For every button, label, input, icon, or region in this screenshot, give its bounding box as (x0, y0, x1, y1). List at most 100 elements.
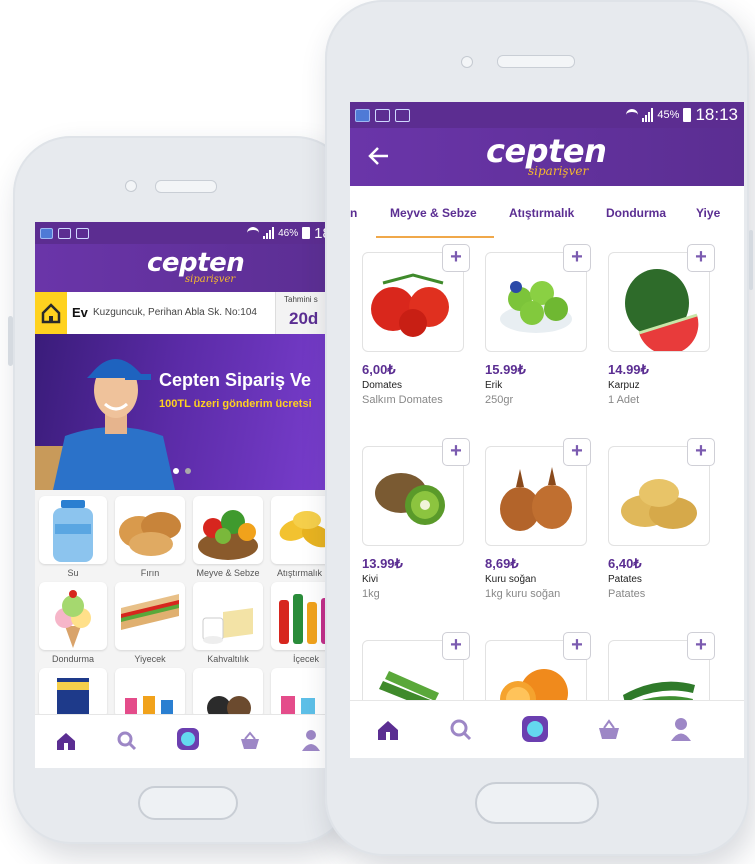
add-to-cart-button[interactable]: + (563, 632, 591, 660)
category-dondurma[interactable] (39, 582, 107, 650)
profile-icon[interactable] (670, 717, 692, 741)
product-price: 13.99₺ (362, 556, 403, 571)
category-yiyecek[interactable] (115, 582, 185, 650)
app-header: cepten siparişver (35, 244, 341, 292)
product-description: 1kg kuru soğan (485, 588, 561, 600)
tab-dondurma[interactable]: Dondurma (606, 206, 666, 220)
mail-notification-icon (395, 108, 410, 122)
product-description: 1kg (362, 588, 380, 600)
app-notification-icon (40, 227, 53, 239)
tab-partial[interactable]: n (350, 206, 357, 220)
add-to-cart-button[interactable]: + (687, 244, 715, 272)
bread-icon (119, 512, 181, 556)
category-kahvaltilik[interactable] (193, 582, 263, 650)
right-phone: 45% 18:13 cepten siparişver n Meyve & Se… (325, 0, 753, 856)
volume-button (8, 316, 13, 366)
product-price: 14.99₺ (608, 362, 649, 377)
wifi-icon (626, 109, 639, 121)
product-name: Domates (362, 380, 403, 391)
banner-subtitle: 100TL üzeri gönderim ücretsi (159, 398, 312, 410)
home-icon[interactable] (55, 731, 77, 751)
category-tabs: n Meyve & Sebze Atıştırmalık Dondurma Yi… (350, 186, 744, 239)
earpiece-speaker (497, 55, 575, 68)
tab-partial[interactable]: Yiye (696, 206, 720, 220)
product-name: Patates (608, 574, 642, 585)
front-camera (125, 180, 137, 192)
back-arrow-icon[interactable] (368, 146, 390, 166)
logo-subtitle: siparişver (528, 164, 589, 178)
signal-icon (263, 227, 275, 239)
category-label: Dondurma (51, 654, 95, 664)
carousel-dot[interactable] (185, 468, 191, 474)
battery-icon (683, 108, 692, 122)
product-price: 15.99₺ (485, 362, 526, 377)
add-to-cart-button[interactable]: + (563, 244, 591, 272)
tab-meyve-sebze[interactable]: Meyve & Sebze (390, 206, 477, 220)
add-to-cart-button[interactable]: + (563, 438, 591, 466)
volume-button (749, 230, 753, 290)
add-to-cart-button[interactable]: + (687, 438, 715, 466)
battery-icon (302, 227, 311, 239)
banner-title: Cepten Sipariş Ve (159, 370, 312, 390)
mail-notification-icon (76, 227, 89, 239)
home-button[interactable] (138, 786, 238, 820)
category-meyve-sebze[interactable] (193, 496, 263, 564)
battery-percent: 45% (657, 109, 680, 121)
earpiece-speaker (155, 180, 217, 193)
category-su[interactable] (39, 496, 107, 564)
category-label: Yiyecek (134, 654, 166, 664)
address-bar[interactable]: Ev Kuzguncuk, Perihan Abla Sk. No:104 Ta… (35, 292, 341, 335)
address-text: Kuzguncuk, Perihan Abla Sk. No:104 (93, 307, 257, 318)
category-grid: Su Fırın Meyve & Sebze Atıştırmalık Dond… (35, 490, 341, 720)
category-label: Meyve & Sebze (196, 568, 260, 578)
front-camera (461, 56, 473, 68)
wifi-icon (247, 227, 260, 239)
product-grid: + + + 6,00₺ Domates Salkım Domates 15.99… (350, 238, 744, 740)
app-notification-icon (355, 108, 370, 122)
add-to-cart-button[interactable]: + (687, 632, 715, 660)
battery-percent: 46% (278, 227, 299, 239)
tab-atistirmalik[interactable]: Atıştırmalık (509, 206, 574, 220)
image-notification-icon (375, 108, 390, 122)
category-firin[interactable] (115, 496, 185, 564)
bottom-navigation (350, 700, 744, 758)
courier-illustration (35, 334, 185, 490)
product-price: 6,00₺ (362, 362, 396, 377)
right-screen: 45% 18:13 cepten siparişver n Meyve & Se… (350, 102, 744, 758)
left-phone: 46% 18: cepten siparişver Ev Kuzguncuk, … (8, 136, 353, 844)
address-label: Ev (72, 305, 88, 320)
center-action-icon[interactable] (177, 728, 199, 750)
basket-icon[interactable] (597, 719, 621, 741)
pasta-package-icon (57, 678, 89, 718)
logo-subtitle: siparişver (185, 274, 236, 285)
category-label: Fırın (140, 568, 160, 578)
category-tile-partial[interactable] (39, 668, 107, 718)
add-to-cart-button[interactable]: + (442, 632, 470, 660)
sandwich-icon (121, 594, 179, 630)
home-address-icon (35, 292, 67, 334)
promo-banner[interactable]: Cepten Sipariş Ve 100TL üzeri gönderim ü… (35, 334, 341, 490)
profile-icon[interactable] (301, 729, 321, 751)
product-name: Kuru soğan (485, 574, 537, 585)
home-icon[interactable] (376, 719, 400, 741)
category-label: Su (67, 568, 79, 578)
category-tile-partial[interactable] (115, 668, 185, 718)
product-name: Erik (485, 380, 503, 391)
carousel-dot-active[interactable] (173, 468, 179, 474)
cleaning-products-icon (125, 696, 173, 718)
add-to-cart-button[interactable]: + (442, 244, 470, 272)
status-bar: 45% 18:13 (350, 102, 744, 128)
home-button[interactable] (475, 782, 599, 824)
add-to-cart-button[interactable]: + (442, 438, 470, 466)
status-bar: 46% 18: (35, 222, 341, 244)
search-icon[interactable] (450, 719, 472, 741)
product-description: 1 Adet (608, 394, 640, 406)
estimate-value: 20d (289, 309, 319, 328)
search-icon[interactable] (117, 731, 137, 751)
bottom-navigation (35, 714, 341, 768)
category-tile-partial[interactable] (193, 668, 263, 720)
basket-icon[interactable] (239, 731, 261, 751)
center-action-icon[interactable] (522, 716, 548, 742)
app-header: cepten siparişver (350, 128, 744, 186)
product-price: 8,69₺ (485, 556, 519, 571)
